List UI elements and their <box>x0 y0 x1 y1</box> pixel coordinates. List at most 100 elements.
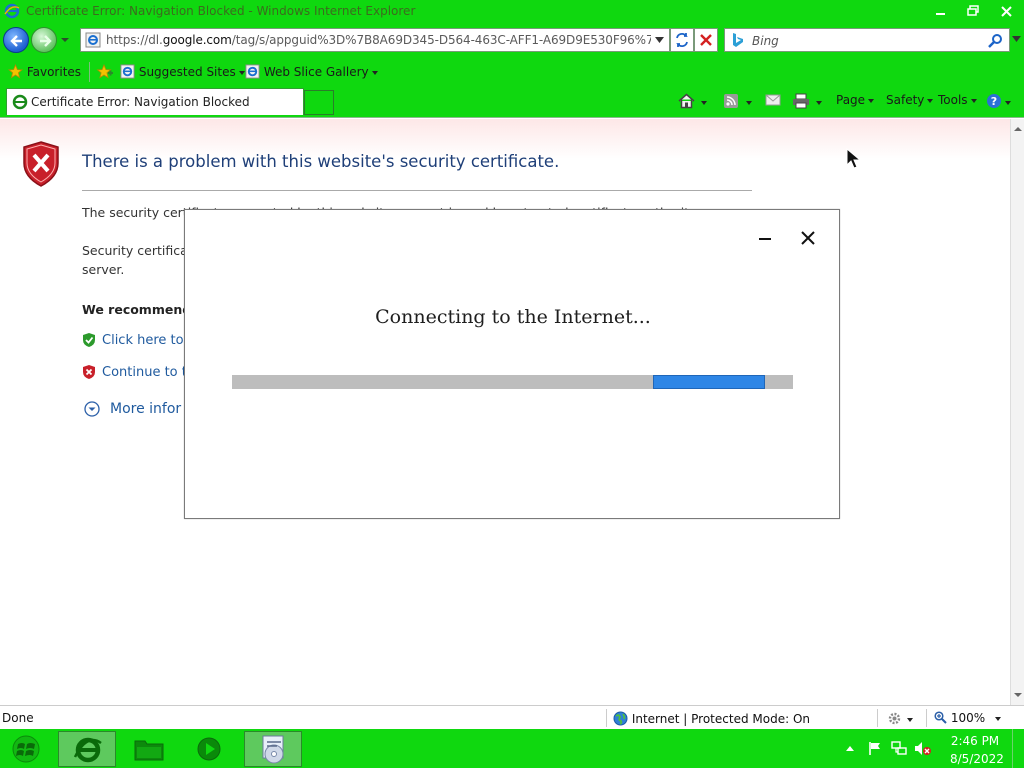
scroll-down-arrow-icon[interactable] <box>1012 691 1024 699</box>
svg-text:?: ? <box>991 95 997 108</box>
minimize-button[interactable] <box>926 2 956 20</box>
status-divider <box>877 709 878 727</box>
address-dropdown-icon[interactable] <box>655 36 664 44</box>
window-title: Certificate Error: Navigation Blocked - … <box>26 4 416 18</box>
forward-button[interactable] <box>31 27 57 53</box>
close-webpage-link[interactable]: Click here to c <box>102 333 195 348</box>
help-icon: ? <box>987 94 1001 108</box>
safety-menu-label: Safety <box>886 93 925 107</box>
action-center-flag-icon[interactable] <box>868 741 882 756</box>
favorites-label: Favorites <box>26 65 82 79</box>
restore-button[interactable] <box>958 2 988 20</box>
chevron-down-icon <box>995 716 1001 721</box>
refresh-button[interactable] <box>670 28 694 52</box>
green-shield-icon <box>83 333 95 347</box>
settings-gear-icon <box>888 712 901 725</box>
chevron-down-icon <box>970 98 977 103</box>
zoom-button[interactable]: 100% <box>934 711 985 725</box>
stop-button[interactable] <box>694 28 718 52</box>
web-slice-gallery-label: Web Slice Gallery <box>263 65 369 79</box>
windows-logo-icon <box>12 735 40 763</box>
volume-muted-icon[interactable] <box>914 741 932 756</box>
favorites-separator <box>89 62 90 82</box>
taskbar-explorer-button[interactable] <box>120 731 178 767</box>
printer-icon <box>793 93 809 109</box>
help-menu-button[interactable]: ? <box>986 93 1011 109</box>
page-menu-button[interactable]: Page <box>836 93 875 107</box>
mail-icon <box>765 94 781 106</box>
refresh-icon <box>676 33 688 47</box>
zoom-level: 100% <box>950 711 986 725</box>
back-button[interactable] <box>3 27 29 53</box>
zoom-dropdown[interactable] <box>992 711 1001 725</box>
vertical-scrollbar[interactable] <box>1010 119 1024 705</box>
address-bar[interactable]: https://dl.google.com/tag/s/appguid%3D%7… <box>80 28 670 52</box>
suggested-sites-label: Suggested Sites <box>138 65 236 79</box>
ie-logo-icon <box>73 737 102 763</box>
home-icon <box>678 93 695 109</box>
read-mail-button[interactable] <box>765 93 781 108</box>
dialog-close-button[interactable] <box>800 230 816 246</box>
address-url[interactable]: https://dl.google.com/tag/s/appguid%3D%7… <box>106 33 651 47</box>
search-icon[interactable] <box>988 33 1003 48</box>
dialog-minimize-button[interactable] <box>757 230 773 246</box>
feeds-button[interactable] <box>723 93 752 109</box>
expand-chevron-icon[interactable] <box>84 401 100 417</box>
taskbar-media-player-button[interactable] <box>180 731 238 767</box>
clock-time: 2:46 PM <box>950 734 1000 748</box>
restore-icon <box>967 5 979 16</box>
page-menu-label: Page <box>836 93 866 107</box>
taskbar: 2:46 PM 8/5/2022 <box>0 729 1024 768</box>
connecting-dialog: Connecting to the Internet... <box>184 209 840 519</box>
connecting-message: Connecting to the Internet... <box>375 306 651 328</box>
network-icon[interactable] <box>891 741 907 756</box>
globe-icon <box>613 711 628 726</box>
search-options-dropdown-icon[interactable] <box>1012 35 1021 43</box>
more-information-link[interactable]: More infor <box>110 401 181 417</box>
security-zone-status[interactable]: Internet | Protected Mode: On <box>613 711 810 726</box>
error-heading: There is a problem with this website's s… <box>82 152 560 171</box>
continue-to-website-link[interactable]: Continue to t <box>102 365 187 380</box>
favorites-bar: Favorites Suggested Sites Web Slice Gall… <box>0 56 1024 88</box>
show-desktop-button[interactable] <box>1012 729 1024 768</box>
scroll-up-arrow-icon[interactable] <box>1012 125 1024 133</box>
chevron-down-icon <box>1005 100 1011 105</box>
system-clock[interactable]: 2:46 PM 8/5/2022 <box>950 733 1004 767</box>
clock-date: 8/5/2022 <box>950 752 1004 766</box>
zoom-magnifier-icon <box>934 711 947 724</box>
connection-progress-bar <box>232 375 793 389</box>
heading-divider <box>82 190 752 191</box>
tools-menu-button[interactable]: Tools <box>938 93 977 107</box>
close-icon <box>801 231 815 245</box>
status-text: Done <box>2 711 34 725</box>
search-box[interactable]: Bing <box>724 28 1010 52</box>
show-hidden-icons-icon[interactable] <box>845 744 855 752</box>
security-zone-label: Internet | Protected Mode: On <box>631 712 810 726</box>
chevron-down-icon <box>907 717 913 722</box>
certificate-purpose-text-continued: server. <box>82 262 125 277</box>
chevron-down-icon <box>746 100 752 105</box>
tab-bar: Certificate Error: Navigation Blocked Pa… <box>0 88 1024 118</box>
stop-icon <box>700 34 712 46</box>
minimize-icon <box>936 13 945 15</box>
close-window-button[interactable] <box>991 2 1021 20</box>
taskbar-installer-button[interactable] <box>244 731 302 767</box>
red-shield-icon <box>83 365 95 379</box>
chevron-down-icon <box>238 70 245 75</box>
web-slice-gallery-button[interactable]: Web Slice Gallery <box>245 64 378 79</box>
home-button[interactable] <box>678 93 707 109</box>
start-button[interactable] <box>8 734 44 764</box>
protected-mode-settings-button[interactable] <box>887 711 913 726</box>
recent-pages-dropdown-icon[interactable] <box>60 35 70 45</box>
new-tab-button[interactable] <box>304 90 334 115</box>
add-to-favorites-bar-button[interactable] <box>96 63 114 79</box>
folder-icon <box>134 740 164 761</box>
bing-logo-icon <box>733 33 743 47</box>
close-icon <box>1000 6 1012 17</box>
tab-certificate-error[interactable]: Certificate Error: Navigation Blocked <box>6 88 304 115</box>
safety-menu-button[interactable]: Safety <box>886 93 934 107</box>
suggested-sites-button[interactable]: Suggested Sites <box>120 64 245 79</box>
print-button[interactable] <box>792 93 822 109</box>
taskbar-internet-explorer-button[interactable] <box>58 731 116 767</box>
favorites-button[interactable]: Favorites <box>7 63 82 79</box>
